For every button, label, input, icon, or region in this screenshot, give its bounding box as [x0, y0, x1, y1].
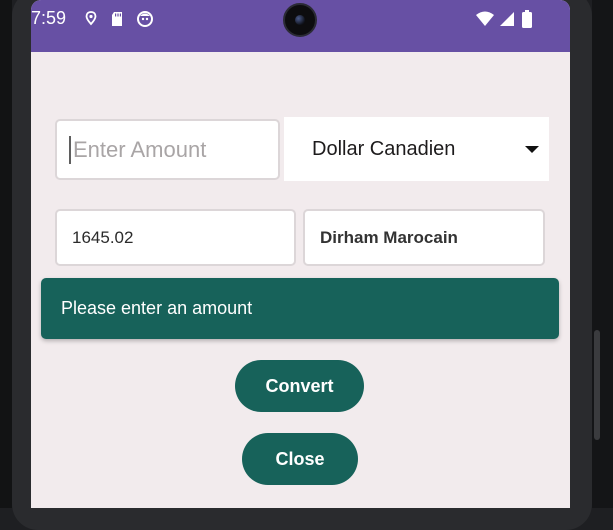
device-edge-left	[0, 0, 12, 508]
snackbar-message: Please enter an amount	[61, 298, 253, 318]
sd-card-icon	[112, 12, 122, 26]
device-side-button	[594, 330, 600, 440]
dropdown-arrow-icon	[525, 146, 539, 153]
camera-lens	[295, 15, 305, 25]
target-currency-field[interactable]: Dirham Marocain	[303, 209, 545, 266]
amount-placeholder: Enter Amount	[73, 136, 207, 162]
wifi-icon	[476, 11, 494, 26]
text-cursor	[69, 135, 71, 164]
status-bar: 7:59	[31, 0, 570, 52]
front-camera	[283, 3, 317, 37]
converted-amount-value: 1645.02	[72, 227, 134, 247]
app-screen: 7:59 Enter Amount Dollar Canadien 1645.0…	[31, 0, 570, 508]
battery-icon	[522, 10, 532, 28]
convert-button-label: Convert	[265, 375, 334, 396]
close-button[interactable]: Close	[242, 433, 358, 485]
converted-amount-field[interactable]: 1645.02	[55, 209, 296, 266]
close-button-label: Close	[275, 448, 325, 469]
error-snackbar: Please enter an amount	[41, 278, 559, 339]
convert-button[interactable]: Convert	[235, 360, 364, 412]
app-face-icon	[137, 11, 153, 27]
amount-input[interactable]: Enter Amount	[55, 119, 280, 180]
location-pin-icon	[85, 11, 97, 26]
source-currency-dropdown[interactable]: Dollar Canadien	[284, 117, 549, 181]
signal-icon	[500, 12, 514, 26]
target-currency-label: Dirham Marocain	[320, 227, 458, 247]
status-time: 7:59	[31, 8, 67, 28]
source-currency-label: Dollar Canadien	[312, 137, 456, 160]
